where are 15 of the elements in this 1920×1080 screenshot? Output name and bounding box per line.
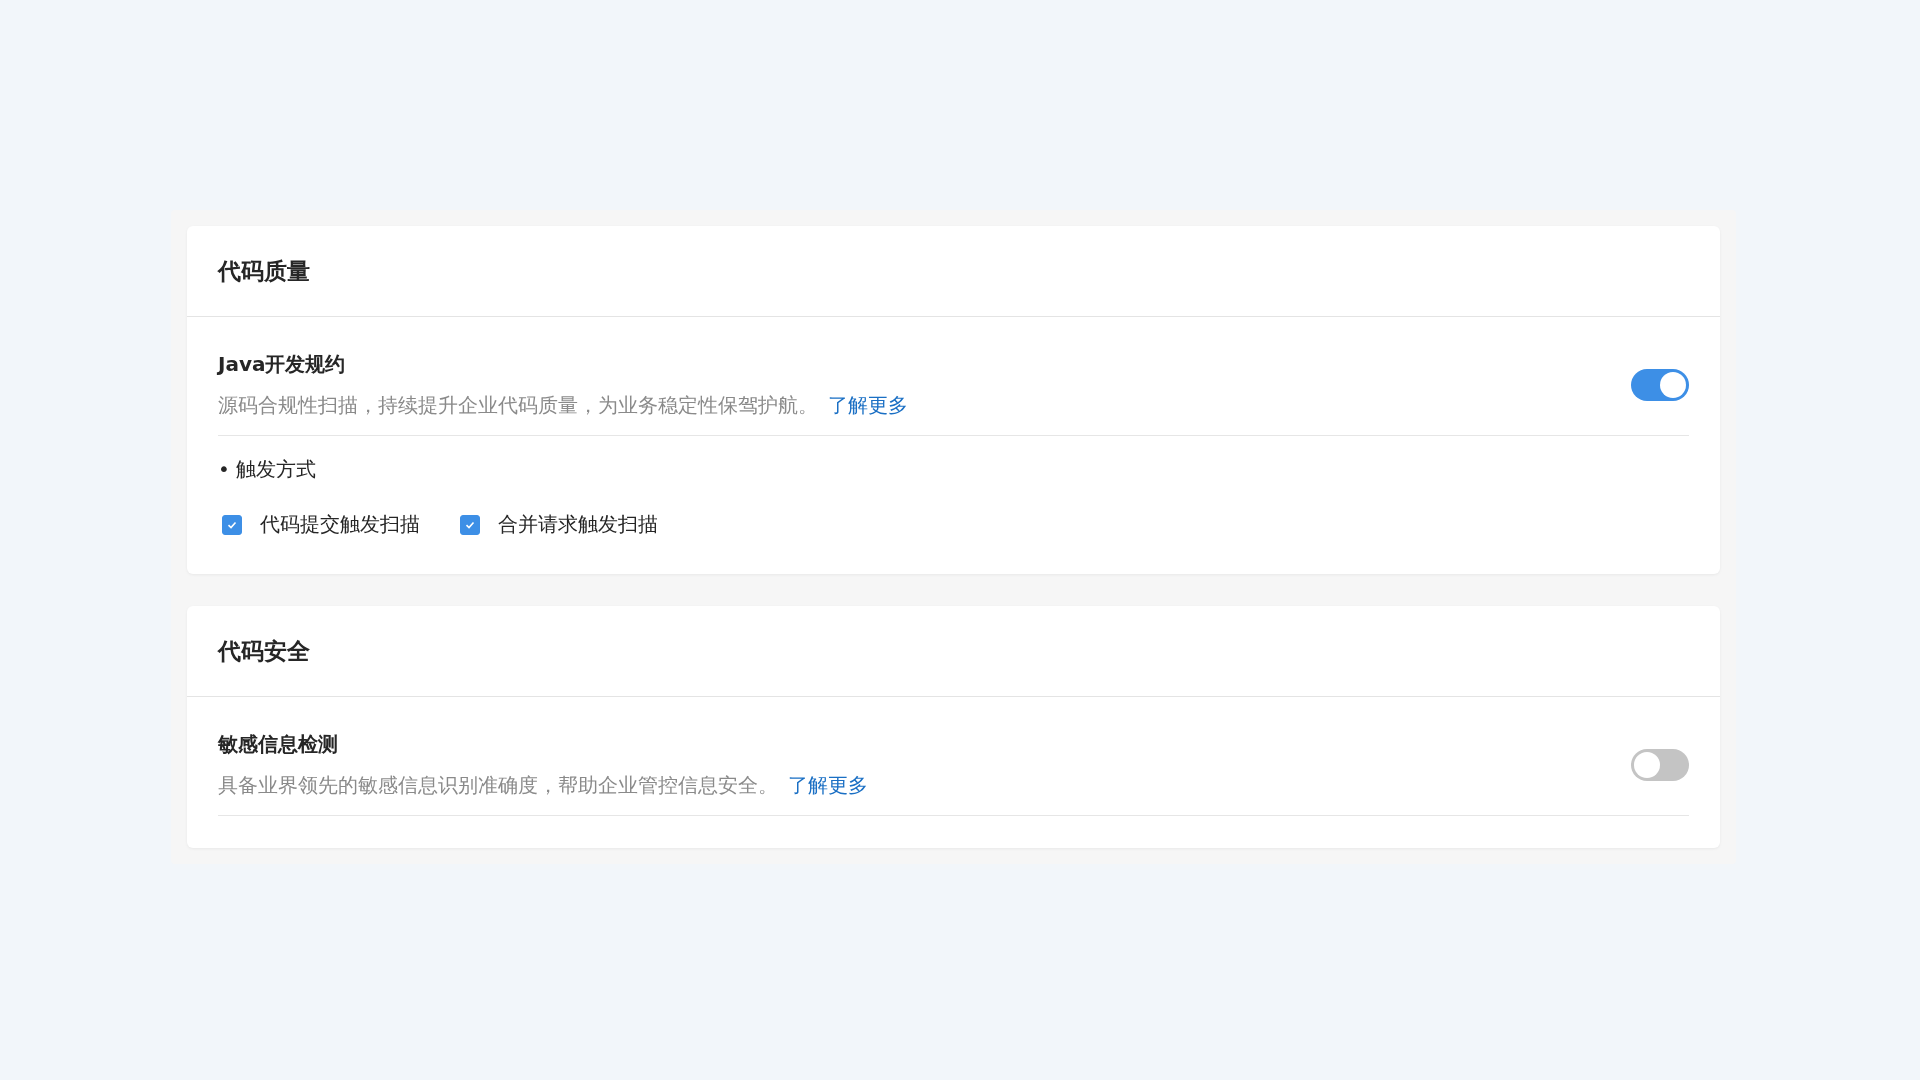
checkbox-label: 代码提交触发扫描	[260, 511, 420, 538]
toggle-switch[interactable]	[1631, 369, 1689, 401]
learn-more-link[interactable]: 了解更多	[828, 392, 908, 419]
checkbox[interactable]	[222, 514, 242, 535]
rule-description: 具备业界领先的敏感信息识别准确度，帮助企业管控信息安全。	[218, 772, 778, 799]
section-title: 代码质量	[218, 256, 310, 286]
rule-description: 源码合规性扫描，持续提升企业代码质量，为业务稳定性保驾护航。	[218, 392, 818, 419]
section-title: 代码安全	[218, 636, 310, 666]
checkbox-label: 合并请求触发扫描	[498, 511, 658, 538]
toggle-switch[interactable]	[1631, 749, 1689, 781]
learn-more-link[interactable]: 了解更多	[788, 772, 868, 799]
rule-name: 敏感信息检测	[218, 731, 339, 758]
trigger-label: • 触发方式	[218, 456, 318, 483]
checkbox[interactable]	[460, 514, 480, 535]
rule-name: Java开发规约	[218, 351, 347, 378]
